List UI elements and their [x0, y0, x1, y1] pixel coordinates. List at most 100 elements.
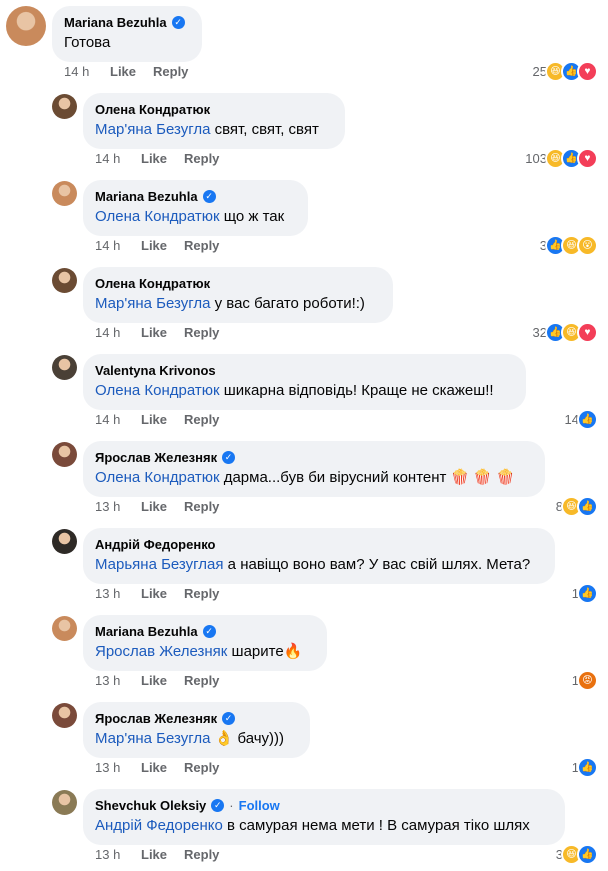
avatar[interactable]	[52, 355, 77, 380]
mention-link[interactable]: Мар'яна Безугла	[95, 121, 210, 138]
comment-bubble: Valentyna Krivonos Олена Кондратюк шикарн…	[83, 354, 526, 410]
angry-reaction-icon: 😡	[577, 670, 598, 691]
comment-text: Готова	[64, 33, 190, 53]
reply-button[interactable]: Reply	[184, 499, 219, 514]
comment-actions: 13 h Like Reply	[95, 586, 236, 601]
author-name[interactable]: Ярослав Железняк	[95, 449, 217, 466]
like-reaction-icon: 👍	[577, 496, 598, 517]
verified-badge-icon: ✓	[222, 451, 236, 464]
mention-link[interactable]: Олена Кондратюк	[95, 382, 220, 399]
avatar[interactable]	[52, 181, 77, 206]
author-name[interactable]: Mariana Bezuhla	[64, 14, 167, 31]
comment-actions: 14 h Like Reply	[95, 151, 236, 166]
comment-actions: 13 h Like Reply	[95, 499, 236, 514]
reaction-summary[interactable]: 14 👍	[565, 409, 598, 430]
timestamp: 14 h	[95, 325, 121, 340]
reply-button[interactable]: Reply	[184, 673, 219, 688]
author-row: Mariana Bezuhla ✓	[95, 188, 296, 205]
comment-body: 👌 бачу)))	[210, 730, 285, 747]
author-name[interactable]: Ярослав Железняк	[95, 710, 217, 727]
reply-button[interactable]: Reply	[184, 412, 219, 427]
like-reaction-icon: 👍	[577, 583, 598, 604]
author-row: Ярослав Железняк ✓	[95, 449, 533, 466]
timestamp: 13 h	[95, 760, 121, 775]
comment-text: Олена Кондратюк дарма...був би вірусний …	[95, 468, 533, 488]
author-name[interactable]: Shevchuk Oleksiy	[95, 797, 206, 814]
like-reaction-icon: 👍	[577, 757, 598, 778]
author-name[interactable]: Олена Кондратюк	[95, 275, 210, 292]
mention-link[interactable]: Мар'яна Безугла	[95, 295, 210, 312]
comment-actions: 13 h Like Reply	[95, 847, 236, 862]
like-button[interactable]: Like	[141, 412, 167, 427]
author-row: Олена Кондратюк	[95, 275, 381, 292]
author-name[interactable]: Valentyna Krivonos	[95, 362, 216, 379]
mention-link[interactable]: Андрій Федоренко	[95, 817, 223, 834]
comment-text: Олена Кондратюк що ж так	[95, 207, 296, 227]
reply-button[interactable]: Reply	[184, 151, 219, 166]
author-name[interactable]: Mariana Bezuhla	[95, 623, 198, 640]
like-button[interactable]: Like	[110, 64, 136, 79]
follow-button[interactable]: Follow	[239, 797, 280, 814]
verified-badge-icon: ✓	[202, 625, 216, 638]
reply-button[interactable]: Reply	[184, 847, 219, 862]
verified-badge-icon: ✓	[202, 190, 216, 203]
mention-link[interactable]: Олена Кондратюк	[95, 208, 220, 225]
like-reaction-icon: 👍	[577, 844, 598, 865]
reaction-summary[interactable]: 103 😆 👍 ♥	[525, 148, 598, 169]
reaction-summary[interactable]: 1 👍	[572, 583, 598, 604]
comment-text: Андрій Федоренко в самурая нема мети ! В…	[95, 816, 553, 836]
comment-body: шарите🔥	[227, 643, 303, 660]
separator-dot: ·	[229, 798, 234, 813]
timestamp: 14 h	[95, 412, 121, 427]
mention-link[interactable]: Ярослав Железняк	[95, 643, 227, 660]
like-button[interactable]: Like	[141, 499, 167, 514]
reaction-summary[interactable]: 1 😡	[572, 670, 598, 691]
reaction-summary[interactable]: 32 👍 😆 ♥	[533, 322, 598, 343]
avatar[interactable]	[52, 529, 77, 554]
avatar[interactable]	[52, 616, 77, 641]
reaction-summary[interactable]: 3 😆 👍	[556, 844, 598, 865]
comment-actions: 13 h Like Reply	[95, 760, 236, 775]
comment-text: Ярослав Железняк шарите🔥	[95, 642, 315, 662]
avatar[interactable]	[52, 268, 77, 293]
reaction-summary[interactable]: 3 👍 😆 😮	[540, 235, 598, 256]
reply-button[interactable]: Reply	[184, 760, 219, 775]
comment-body: шикарна відповідь! Краще не скажеш!!	[219, 382, 494, 399]
comment-bubble: Shevchuk Oleksiy ✓ · Follow Андрій Федоренко…	[83, 789, 565, 845]
comment-body: в самурая нема мети ! В самурая тіко шля…	[222, 817, 530, 834]
like-button[interactable]: Like	[141, 760, 167, 775]
reaction-count: 103	[525, 151, 547, 166]
comment-body: дарма...був би вірусний контент 🍿 🍿 🍿	[219, 469, 515, 486]
comment-body: у вас багато роботи!:)	[210, 295, 365, 312]
like-button[interactable]: Like	[141, 325, 167, 340]
avatar[interactable]	[52, 790, 77, 815]
author-name[interactable]: Олена Кондратюк	[95, 101, 210, 118]
like-button[interactable]: Like	[141, 586, 167, 601]
avatar[interactable]	[52, 442, 77, 467]
author-row: Shevchuk Oleksiy ✓ · Follow	[95, 797, 553, 814]
reaction-summary[interactable]: 25 😆 👍 ♥	[533, 61, 598, 82]
mention-link[interactable]: Марьяна Безуглая	[95, 556, 224, 573]
like-button[interactable]: Like	[141, 238, 167, 253]
love-reaction-icon: ♥	[577, 148, 598, 169]
reply-button[interactable]: Reply	[184, 586, 219, 601]
reaction-summary[interactable]: 8 😆 👍	[556, 496, 598, 517]
timestamp: 13 h	[95, 499, 121, 514]
mention-link[interactable]: Олена Кондратюк	[95, 469, 220, 486]
like-button[interactable]: Like	[141, 151, 167, 166]
reply-button[interactable]: Reply	[184, 238, 219, 253]
author-name[interactable]: Андрій Федоренко	[95, 536, 215, 553]
author-name[interactable]: Mariana Bezuhla	[95, 188, 198, 205]
reply-button[interactable]: Reply	[153, 64, 188, 79]
avatar[interactable]	[6, 6, 46, 46]
reply-button[interactable]: Reply	[184, 325, 219, 340]
avatar[interactable]	[52, 94, 77, 119]
verified-badge-icon: ✓	[222, 712, 236, 725]
reaction-summary[interactable]: 1 👍	[572, 757, 598, 778]
like-button[interactable]: Like	[141, 673, 167, 688]
wow-reaction-icon: 😮	[577, 235, 598, 256]
avatar[interactable]	[52, 703, 77, 728]
like-button[interactable]: Like	[141, 847, 167, 862]
mention-link[interactable]: Мар'яна Безугла	[95, 730, 210, 747]
timestamp: 13 h	[95, 847, 121, 862]
